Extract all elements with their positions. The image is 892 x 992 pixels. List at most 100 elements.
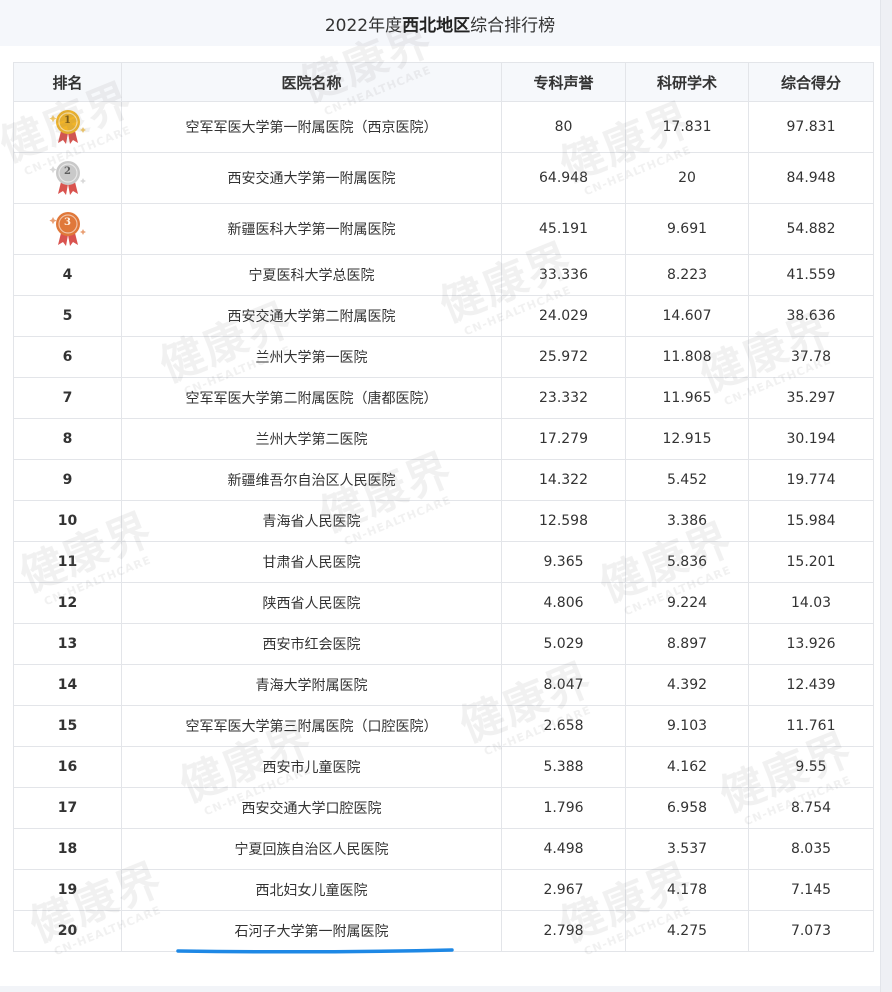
specialty-score-cell: 4.498 [501,828,626,870]
table-row: 11 甘肃省人民医院 9.365 5.836 15.201 [13,541,874,583]
page-title: 2022年度 西北地区 综合排行榜 [0,0,880,46]
header-hospital[interactable]: 医院名称 [121,62,502,102]
table-row: 8 兰州大学第二医院 17.279 12.915 30.194 [13,418,874,460]
table-row: 1 空军军医大学第一附属医院（西京医院） 80 17.831 97.831 [13,101,874,153]
research-score-cell: 4.275 [625,910,749,952]
total-score-cell: 84.948 [748,152,874,204]
specialty-score-cell: 80 [501,101,626,153]
hospital-name-cell: 空军军医大学第一附属医院（西京医院） [121,101,502,153]
research-score-cell: 5.836 [625,541,749,583]
research-score-cell: 8.897 [625,623,749,665]
specialty-score-cell: 5.029 [501,623,626,665]
gold-medal-icon: 1 [48,107,88,147]
hospital-name-cell: 宁夏回族自治区人民医院 [121,828,502,870]
specialty-score-cell: 25.972 [501,336,626,378]
rank-cell: 6 [13,336,122,378]
total-score-cell: 8.035 [748,828,874,870]
specialty-score-cell: 64.948 [501,152,626,204]
rank-cell: 11 [13,541,122,583]
specialty-score-cell: 2.798 [501,910,626,952]
rank-cell: 20 [13,910,122,952]
rank-cell: 3 [13,203,122,255]
specialty-score-cell: 1.796 [501,787,626,829]
table-row: 2 西安交通大学第一附属医院 64.948 20 84.948 [13,152,874,204]
total-score-cell: 15.201 [748,541,874,583]
table-row: 7 空军军医大学第二附属医院（唐都医院） 23.332 11.965 35.297 [13,377,874,419]
research-score-cell: 4.178 [625,869,749,911]
header-total[interactable]: 综合得分 [748,62,874,102]
total-score-cell: 14.03 [748,582,874,624]
rank-cell: 4 [13,254,122,296]
table-row: 3 新疆医科大学第一附属医院 45.191 9.691 54.882 [13,203,874,255]
scrollbar-track[interactable] [880,0,892,992]
specialty-score-cell: 45.191 [501,203,626,255]
research-score-cell: 9.103 [625,705,749,747]
table-row: 4 宁夏医科大学总医院 33.336 8.223 41.559 [13,254,874,296]
total-score-cell: 54.882 [748,203,874,255]
total-score-cell: 35.297 [748,377,874,419]
ranking-table: 排名 医院名称 专科声誉 科研学术 综合得分 1 空军军医大学第一附属医院（西京医… [13,62,874,952]
research-score-cell: 12.915 [625,418,749,460]
research-score-cell: 5.452 [625,459,749,501]
total-score-cell: 41.559 [748,254,874,296]
research-score-cell: 4.162 [625,746,749,788]
specialty-score-cell: 9.365 [501,541,626,583]
hospital-name-cell: 陕西省人民医院 [121,582,502,624]
hospital-name-cell: 青海省人民医院 [121,500,502,542]
total-score-cell: 38.636 [748,295,874,337]
rank-cell: 16 [13,746,122,788]
bronze-medal-icon: 3 [48,209,88,249]
medal-rank-number: 1 [64,115,71,126]
hospital-name-cell: 宁夏医科大学总医院 [121,254,502,296]
specialty-score-cell: 17.279 [501,418,626,460]
hospital-name-cell: 新疆医科大学第一附属医院 [121,203,502,255]
research-score-cell: 4.392 [625,664,749,706]
header-specialty[interactable]: 专科声誉 [501,62,626,102]
rank-cell: 17 [13,787,122,829]
rank-cell: 13 [13,623,122,665]
table-row: 20 石河子大学第一附属医院 2.798 4.275 7.073 [13,910,874,952]
table-row: 17 西安交通大学口腔医院 1.796 6.958 8.754 [13,787,874,829]
total-score-cell: 13.926 [748,623,874,665]
table-row: 12 陕西省人民医院 4.806 9.224 14.03 [13,582,874,624]
hospital-name-cell: 西安市红会医院 [121,623,502,665]
rank-cell: 5 [13,295,122,337]
rank-cell: 19 [13,869,122,911]
specialty-score-cell: 5.388 [501,746,626,788]
specialty-score-cell: 8.047 [501,664,626,706]
hospital-name-cell: 石河子大学第一附属医院 [121,910,502,952]
title-year: 2022年度 [324,15,403,36]
total-score-cell: 8.754 [748,787,874,829]
table-row: 6 兰州大学第一医院 25.972 11.808 37.78 [13,336,874,378]
research-score-cell: 20 [625,152,749,204]
specialty-score-cell: 2.967 [501,869,626,911]
header-rank[interactable]: 排名 [13,62,122,102]
table-row: 16 西安市儿童医院 5.388 4.162 9.55 [13,746,874,788]
total-score-cell: 19.774 [748,459,874,501]
hospital-name-cell: 西安交通大学口腔医院 [121,787,502,829]
research-score-cell: 3.386 [625,500,749,542]
hospital-name-cell: 新疆维吾尔自治区人民医院 [121,459,502,501]
rank-cell: 14 [13,664,122,706]
specialty-score-cell: 14.322 [501,459,626,501]
table-row: 10 青海省人民医院 12.598 3.386 15.984 [13,500,874,542]
medal-rank-number: 2 [64,166,71,177]
hospital-name-cell: 兰州大学第一医院 [121,336,502,378]
research-score-cell: 11.808 [625,336,749,378]
specialty-score-cell: 4.806 [501,582,626,624]
table-row: 14 青海大学附属医院 8.047 4.392 12.439 [13,664,874,706]
research-score-cell: 11.965 [625,377,749,419]
silver-medal-icon: 2 [48,158,88,198]
hospital-name-cell: 西安市儿童医院 [121,746,502,788]
table-row: 9 新疆维吾尔自治区人民医院 14.322 5.452 19.774 [13,459,874,501]
specialty-score-cell: 24.029 [501,295,626,337]
header-research[interactable]: 科研学术 [625,62,749,102]
research-score-cell: 9.691 [625,203,749,255]
hospital-name-cell: 兰州大学第二医院 [121,418,502,460]
table-row: 15 空军军医大学第三附属医院（口腔医院） 2.658 9.103 11.761 [13,705,874,747]
title-region: 西北地区 [402,15,471,36]
research-score-cell: 17.831 [625,101,749,153]
specialty-score-cell: 12.598 [501,500,626,542]
table-row: 19 西北妇女儿童医院 2.967 4.178 7.145 [13,869,874,911]
specialty-score-cell: 2.658 [501,705,626,747]
